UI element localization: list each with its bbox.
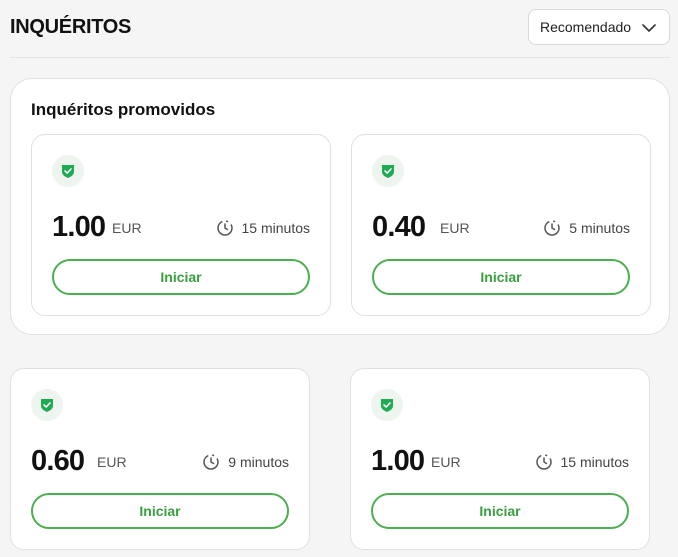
survey-card: 0.60 EUR 9 minutos Iniciar xyxy=(10,368,310,550)
survey-currency: EUR xyxy=(97,454,127,470)
shield-badge xyxy=(52,155,84,187)
survey-currency: EUR xyxy=(440,220,470,236)
sort-dropdown[interactable]: Recomendado xyxy=(528,9,670,45)
survey-duration-text: 9 minutos xyxy=(228,454,289,470)
start-survey-button[interactable]: Iniciar xyxy=(52,259,310,295)
survey-duration: 15 minutos xyxy=(216,219,310,237)
promoted-surveys-panel: Inquéritos promovidos 1.00 EUR 15 minuto… xyxy=(10,78,670,335)
survey-card: 0.40 EUR 5 minutos Iniciar xyxy=(351,134,651,316)
page-header: INQUÉRITOS Recomendado xyxy=(10,0,670,58)
start-survey-button[interactable]: Iniciar xyxy=(371,493,629,529)
survey-duration-text: 5 minutos xyxy=(569,220,630,236)
survey-reward: 1.00 xyxy=(52,211,106,243)
clock-icon xyxy=(216,220,233,236)
survey-reward: 1.00 xyxy=(371,445,425,477)
page-title: INQUÉRITOS xyxy=(10,16,132,38)
shield-badge xyxy=(371,389,403,421)
survey-duration: 9 minutos xyxy=(202,453,289,471)
shield-check-icon xyxy=(41,399,53,412)
sort-dropdown-value: Recomendado xyxy=(540,19,632,35)
start-survey-button[interactable]: Iniciar xyxy=(31,493,289,529)
survey-duration-text: 15 minutos xyxy=(560,454,629,470)
shield-check-icon xyxy=(381,399,393,412)
clock-icon xyxy=(535,454,552,470)
survey-card: 1.00 EUR 15 minutos Iniciar xyxy=(350,368,650,550)
survey-duration: 5 minutos xyxy=(543,219,630,237)
shield-check-icon xyxy=(382,165,394,178)
shield-check-icon xyxy=(62,165,74,178)
clock-icon xyxy=(544,220,561,236)
survey-reward: 0.60 xyxy=(31,445,85,477)
survey-duration-text: 15 minutos xyxy=(241,220,310,236)
chevron-down-icon xyxy=(642,24,656,32)
clock-icon xyxy=(203,454,220,470)
promoted-surveys-title: Inquéritos promovidos xyxy=(31,100,216,119)
survey-card: 1.00 EUR 15 minutos Iniciar xyxy=(31,134,331,316)
shield-badge xyxy=(372,155,404,187)
survey-duration: 15 minutos xyxy=(535,453,629,471)
shield-badge xyxy=(31,389,63,421)
start-survey-button[interactable]: Iniciar xyxy=(372,259,630,295)
survey-currency: EUR xyxy=(112,220,142,236)
survey-reward: 0.40 xyxy=(372,211,426,243)
survey-currency: EUR xyxy=(431,454,461,470)
